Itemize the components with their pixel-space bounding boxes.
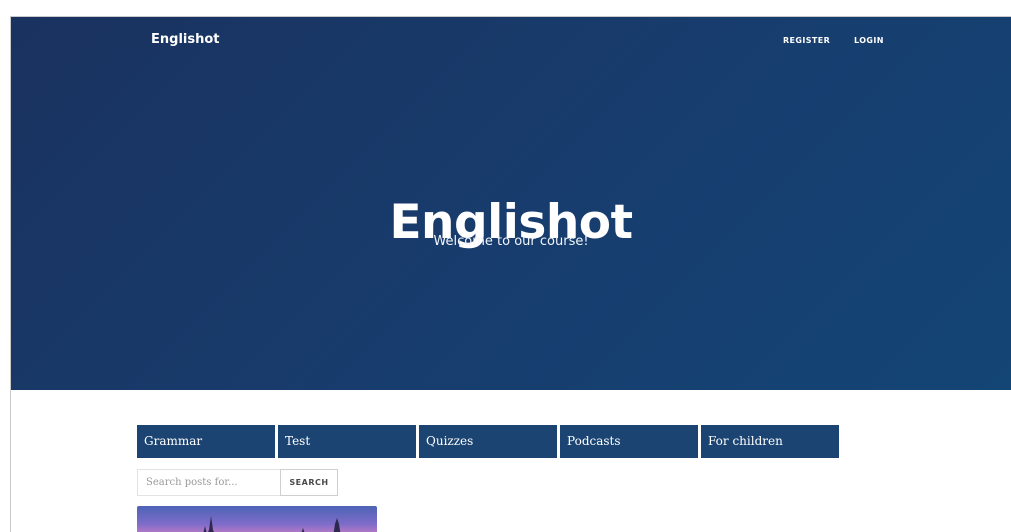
category-menu: Grammar Test Quizzes Podcasts For childr… bbox=[137, 425, 839, 458]
category-grammar[interactable]: Grammar bbox=[137, 425, 275, 458]
category-podcasts[interactable]: Podcasts bbox=[560, 425, 698, 458]
hero-subtitle: Welcome to our course! bbox=[433, 234, 589, 249]
post-thumbnail-image[interactable] bbox=[137, 506, 377, 532]
search-input[interactable] bbox=[137, 469, 280, 496]
search-button[interactable]: SEARCH bbox=[280, 469, 338, 496]
category-for-children[interactable]: For children bbox=[701, 425, 839, 458]
browser-viewport: Englishot REGISTER LOGIN Englishot Welco… bbox=[10, 16, 1011, 532]
category-test[interactable]: Test bbox=[278, 425, 416, 458]
category-quizzes[interactable]: Quizzes bbox=[419, 425, 557, 458]
login-link[interactable]: LOGIN bbox=[854, 36, 884, 45]
city-skyline-image bbox=[203, 516, 341, 532]
site-brand-link[interactable]: Englishot bbox=[151, 32, 220, 47]
register-link[interactable]: REGISTER bbox=[783, 36, 830, 45]
search-form: SEARCH bbox=[137, 469, 338, 496]
hero-banner: Englishot REGISTER LOGIN Englishot Welco… bbox=[11, 17, 1011, 390]
